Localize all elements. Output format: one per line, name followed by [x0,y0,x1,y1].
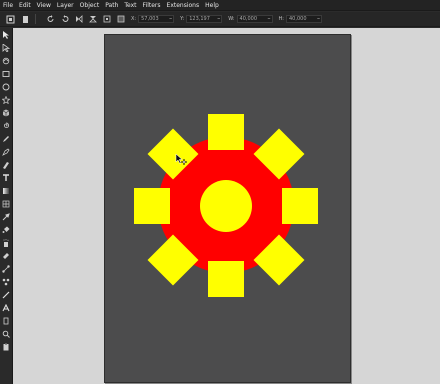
lower-icon[interactable] [117,15,125,23]
menu-view[interactable]: View [37,0,51,11]
rotate-cw-icon[interactable] [61,15,69,23]
spiral-tool-icon[interactable] [1,121,11,131]
w-field-group: W: 40,000 – [228,15,273,23]
lpe-tool-icon[interactable] [1,277,11,287]
h-minus-icon[interactable]: – [317,15,321,23]
menu-object[interactable]: Object [80,0,100,11]
w-input[interactable]: 40,000 – [236,15,273,23]
gear-tooth-right[interactable] [282,188,318,224]
page-tool-icon[interactable] [1,329,11,339]
text-tool-icon[interactable] [1,173,11,183]
ellipse-tool-icon[interactable] [1,82,11,92]
menu-file[interactable]: File [3,0,13,11]
w-minus-icon[interactable]: – [268,15,272,23]
x-input[interactable]: 57,003 – [138,15,175,23]
connector-tool-icon[interactable] [1,264,11,274]
separator [35,14,36,24]
spray-tool-icon[interactable] [1,238,11,248]
x-label: X: [131,16,137,22]
h-label: H: [278,16,284,22]
selector-tool-icon[interactable] [1,30,11,40]
flip-vertical-icon[interactable] [89,15,97,23]
y-field-group: Y: 123,197 – [180,15,223,23]
canvas-area[interactable] [13,28,440,384]
star-tool-icon[interactable] [1,95,11,105]
node-tool-icon[interactable] [1,43,11,53]
zoom-tool-icon[interactable] [1,316,11,326]
y-minus-icon[interactable]: – [217,15,221,23]
eraser-tool-icon[interactable] [1,251,11,261]
rotate-ccw-icon[interactable] [47,15,55,23]
tweak-tool-icon[interactable] [1,56,11,66]
w-value: 40,000 [239,16,258,22]
y-value: 123,197 [189,16,210,22]
calligraphy-tool-icon[interactable] [1,160,11,170]
3d-box-tool-icon[interactable] [1,108,11,118]
menu-help[interactable]: Help [205,0,219,11]
w-label: W: [228,16,235,22]
h-field-group: H: 40,000 – [279,15,322,23]
measure-tool-icon[interactable] [1,290,11,300]
rectangle-tool-icon[interactable] [1,69,11,79]
raise-icon[interactable] [103,15,111,23]
pages-tool-icon[interactable] [1,303,11,313]
pen-tool-icon[interactable] [1,147,11,157]
gear-tooth-bottom[interactable] [208,261,244,297]
drawing-layer[interactable] [13,28,440,384]
pencil-tool-icon[interactable] [1,134,11,144]
inkscape-window: File Edit View Layer Object Path Text Fi… [0,0,440,384]
tool-controls-bar: X: 57,003 – Y: 123,197 – W: 40,000 – H: … [0,12,440,27]
select-all-layers-icon[interactable] [21,15,30,24]
y-label: Y: [180,16,185,22]
y-input[interactable]: 123,197 – [186,15,223,23]
flip-horizontal-icon[interactable] [75,15,83,23]
menu-path[interactable]: Path [105,0,118,11]
menu-edit[interactable]: Edit [19,0,31,11]
x-minus-icon[interactable]: – [169,15,173,23]
h-value: 40,000 [289,16,307,22]
gear-center[interactable] [200,180,252,232]
gear-tooth-left[interactable] [134,188,170,224]
menu-bar: File Edit View Layer Object Path Text Fi… [0,0,440,11]
x-value: 57,003 [141,16,159,22]
menu-layer[interactable]: Layer [57,0,74,11]
menu-filters[interactable]: Filters [143,0,161,11]
toolbox [0,28,13,384]
x-field-group: X: 57,003 – [131,15,175,23]
menu-extensions[interactable]: Extensions [167,0,200,11]
gear-tooth-top[interactable] [208,114,244,150]
document-tool-icon[interactable] [1,342,11,352]
dropper-tool-icon[interactable] [1,212,11,222]
select-all-icon[interactable] [6,15,15,24]
menu-text[interactable]: Text [124,0,136,11]
gradient-tool-icon[interactable] [1,186,11,196]
paint-bucket-tool-icon[interactable] [1,225,11,235]
h-input[interactable]: 40,000 – [286,15,322,23]
mesh-tool-icon[interactable] [1,199,11,209]
